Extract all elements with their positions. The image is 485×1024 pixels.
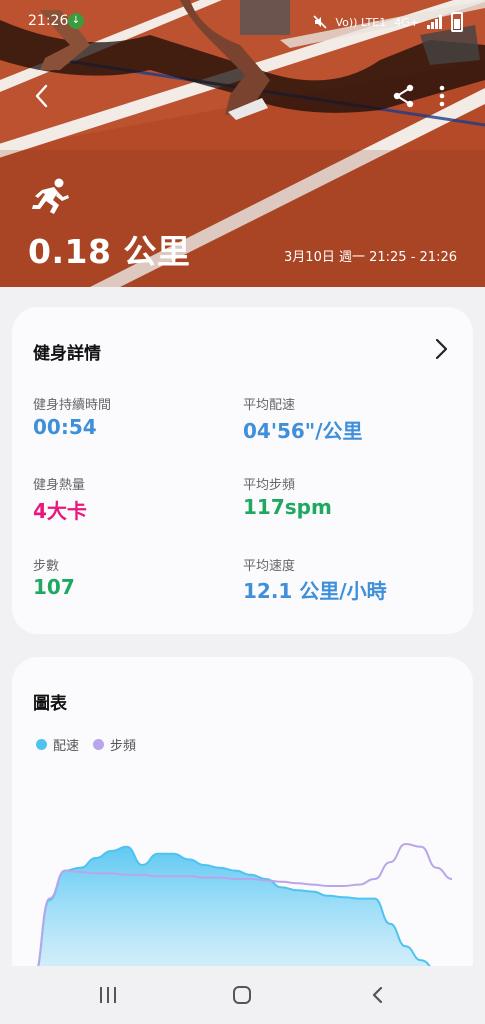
legend-dot-cadence xyxy=(93,739,105,750)
share-icon[interactable] xyxy=(390,82,418,110)
legend-dot-pace xyxy=(36,739,47,750)
details-title: 健身詳情 xyxy=(33,344,101,364)
chart-title: 圖表 xyxy=(33,694,67,714)
duration-label: 健身持續時間 xyxy=(33,398,112,413)
calories-value: 4大卡 xyxy=(33,499,87,523)
workout-datetime: 3月10日 週一 21:25 - 21:26 xyxy=(284,250,457,265)
chart-card: 圖表 配速 步頻 xyxy=(12,657,473,987)
chart-legend: 配速 步頻 xyxy=(36,735,136,754)
legend-item-pace: 配速 xyxy=(36,735,79,754)
steps-label: 步數 xyxy=(33,559,60,574)
avg-pace-value: 04'56"/公里 xyxy=(243,419,363,443)
status-bar: 21:26 ↓ Vo)) LTE1 4G+ xyxy=(0,0,485,44)
avg-speed-label: 平均速度 xyxy=(243,559,296,574)
chart-plot xyxy=(33,842,453,987)
recent-apps-icon[interactable] xyxy=(98,986,118,1004)
battery-icon xyxy=(451,12,463,32)
legend-label-cadence: 步頻 xyxy=(110,739,137,754)
home-icon[interactable] xyxy=(232,985,252,1005)
download-icon: ↓ xyxy=(68,13,84,29)
back-icon[interactable] xyxy=(370,985,386,1005)
workout-details-card[interactable]: 健身詳情 健身持續時間 00:54 平均配速 04'56"/公里 健身熱量 4大… xyxy=(12,307,473,634)
distance-value: 0.18 公里 xyxy=(28,232,191,271)
avg-cadence-value: 117spm xyxy=(243,495,332,519)
steps-value: 107 xyxy=(33,575,75,599)
system-navigation-bar xyxy=(0,966,485,1024)
status-icons: Vo)) LTE1 4G+ xyxy=(313,12,463,32)
signal-label: 4G+ xyxy=(394,15,419,29)
signal-icon xyxy=(427,15,442,29)
running-icon xyxy=(32,178,69,214)
avg-speed-value: 12.1 公里/小時 xyxy=(243,579,387,603)
mute-icon xyxy=(313,15,328,29)
hero-banner: 21:26 ↓ Vo)) LTE1 4G+ 0.18 公里 3月10日 週一 2… xyxy=(0,0,485,287)
legend-item-cadence: 步頻 xyxy=(93,735,136,754)
chevron-right-icon[interactable] xyxy=(433,337,449,361)
avg-cadence-label: 平均步頻 xyxy=(243,478,296,493)
avg-pace-label: 平均配速 xyxy=(243,398,296,413)
calories-label: 健身熱量 xyxy=(33,478,86,493)
more-options-icon[interactable] xyxy=(430,82,454,110)
duration-value: 00:54 xyxy=(33,415,97,439)
status-time: 21:26 xyxy=(28,13,69,29)
back-button[interactable] xyxy=(26,80,58,112)
legend-label-pace: 配速 xyxy=(53,739,80,754)
network-label: Vo)) LTE1 xyxy=(335,15,387,29)
